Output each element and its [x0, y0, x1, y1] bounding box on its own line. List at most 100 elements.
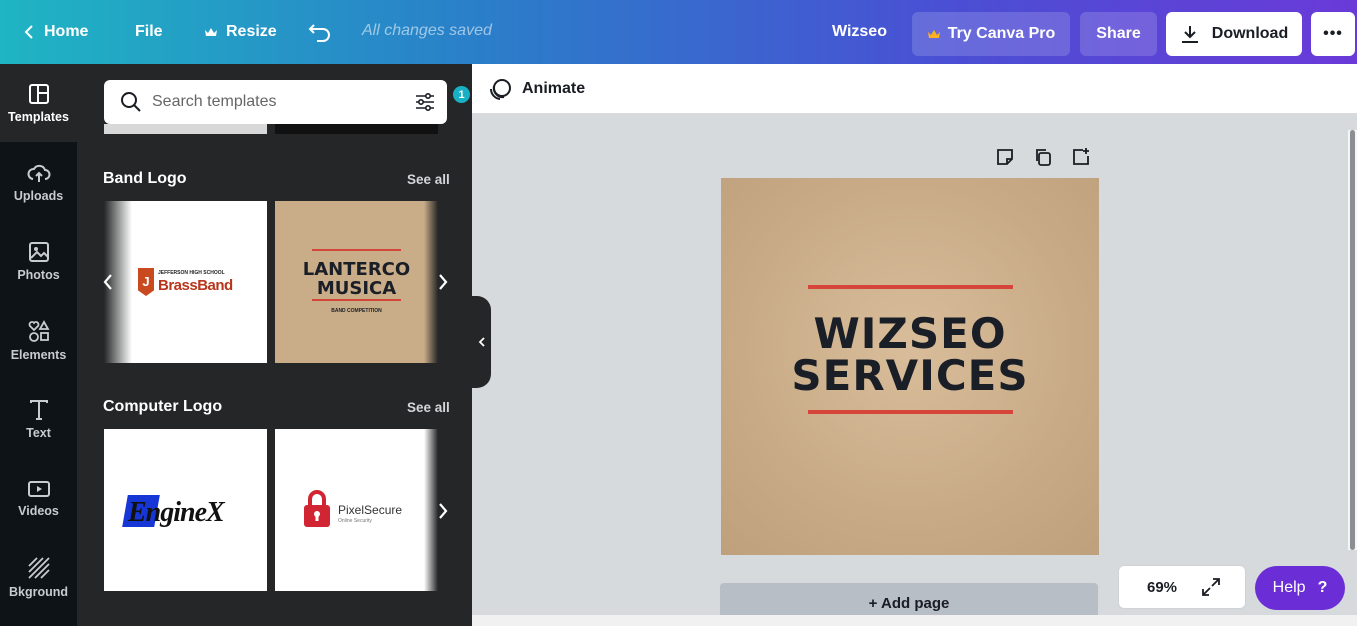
rail-item-photos[interactable]: Photos [0, 222, 77, 300]
animate-button[interactable]: Animate [488, 76, 585, 102]
animate-label: Animate [522, 80, 586, 97]
template-enginex[interactable]: EngineX [104, 429, 267, 591]
scrollbar-thumb[interactable] [1350, 130, 1355, 550]
help-question-icon: ? [1317, 579, 1328, 596]
rail-item-background[interactable]: Bkground [0, 538, 77, 616]
search-input[interactable] [152, 93, 392, 111]
template-lanterco-musica[interactable]: LANTERCO MUSICA BAND COMPETITION [275, 201, 438, 363]
animate-toolbar: Animate [472, 64, 1357, 114]
rail-item-videos[interactable]: Videos [0, 459, 77, 537]
notes-icon[interactable] [995, 147, 1015, 172]
undo-icon [308, 24, 330, 42]
rail-item-elements[interactable]: Elements [0, 301, 77, 379]
brassband-emblem: J [138, 268, 154, 296]
file-menu[interactable]: File [135, 0, 163, 64]
page-tools [995, 147, 1109, 172]
canvas-bottom-line[interactable] [808, 410, 1013, 414]
decorative-line [312, 299, 401, 301]
templates-icon [28, 83, 49, 104]
canvas-title-line1[interactable]: WIZSEO [721, 313, 1099, 355]
pixelsecure-sub: Online Security [338, 518, 372, 524]
rail-label: Photos [17, 267, 60, 282]
download-icon [1181, 26, 1198, 43]
horizontal-scrollbar[interactable] [472, 615, 1357, 626]
rail-label: Text [26, 425, 51, 440]
undo-button[interactable] [308, 0, 340, 64]
document-title[interactable]: Wizseo [832, 0, 887, 64]
editor-area: Animate WIZSEO SERVICES + Add page 69% H… [472, 64, 1357, 626]
template-pixelsecure[interactable]: PixelSecure Online Security [275, 429, 438, 591]
animate-icon [489, 79, 511, 100]
design-canvas[interactable]: WIZSEO SERVICES [721, 178, 1099, 555]
text-icon [29, 399, 48, 420]
fullscreen-icon[interactable] [1201, 577, 1221, 597]
cloud-upload-icon [26, 164, 50, 182]
filter-icon[interactable] [414, 91, 436, 113]
share-label: Share [1096, 25, 1141, 42]
shapes-icon [28, 319, 50, 342]
home-label: Home [44, 23, 89, 40]
enginex-title: EngineX [128, 497, 225, 528]
decorative-line [312, 249, 401, 251]
chevron-left-icon[interactable] [102, 273, 114, 291]
help-label: Help [1272, 579, 1306, 596]
download-label: Download [1211, 25, 1289, 42]
add-page-icon[interactable] [1071, 147, 1091, 172]
left-rail: Templates Uploads Photos Elements Text V… [0, 64, 77, 626]
chevron-left-icon [24, 25, 33, 39]
lanterco-line2: MUSICA [316, 278, 397, 299]
pixelsecure-title: PixelSecure [338, 503, 403, 517]
chevron-left-icon [478, 337, 485, 347]
collapse-panel-button[interactable] [472, 296, 491, 388]
try-canva-pro-button[interactable]: Try Canva Pro [912, 12, 1070, 56]
image-icon [28, 241, 49, 262]
top-bar: Home File Resize All changes saved Wizse… [0, 0, 1357, 64]
share-button[interactable]: Share [1080, 12, 1157, 56]
vertical-scrollbar[interactable] [1348, 130, 1357, 550]
resize-button[interactable]: Resize [204, 0, 277, 64]
search-bar: 1 [104, 80, 470, 124]
chevron-right-icon[interactable] [437, 273, 449, 291]
fade-overlay [424, 201, 438, 363]
search-icon [121, 92, 141, 112]
canvas-top-line[interactable] [808, 285, 1013, 289]
help-button[interactable]: Help ? [1255, 566, 1345, 610]
crown-icon [927, 30, 940, 38]
template-thumbnail-partial[interactable] [104, 124, 267, 134]
lanterco-sub: BAND COMPETITION [331, 308, 382, 314]
fade-overlay [424, 429, 438, 591]
crown-icon [205, 28, 217, 36]
rail-label: Videos [18, 503, 59, 518]
section-title-computer-logo: Computer Logo [103, 398, 223, 415]
brassband-title: BrassBand [158, 277, 233, 294]
pattern-icon [27, 556, 50, 579]
duplicate-page-icon[interactable] [1033, 147, 1053, 172]
canvas-title-line2[interactable]: SERVICES [721, 355, 1099, 397]
zoom-level[interactable]: 69% [1147, 579, 1177, 596]
file-label: File [135, 23, 163, 40]
see-all-computer-logo[interactable]: See all [407, 400, 450, 415]
rail-item-uploads[interactable]: Uploads [0, 143, 77, 221]
lock-icon [304, 490, 330, 527]
rail-label: Uploads [13, 188, 64, 203]
zoom-control: 69% [1118, 565, 1246, 609]
more-icon: ••• [1323, 25, 1343, 42]
save-status: All changes saved [362, 22, 492, 39]
template-brassband[interactable]: J JEFFERSON HIGH SCHOOL BrassBand [104, 201, 267, 363]
templates-panel: 1 Band Logo See all J JEFFERSON HIGH SCH… [77, 64, 472, 626]
video-icon [27, 480, 50, 497]
home-button[interactable]: Home [22, 0, 88, 64]
template-thumbnail-partial[interactable] [275, 124, 438, 134]
rail-label: Elements [10, 347, 67, 362]
more-options-button[interactable]: ••• [1311, 12, 1355, 56]
rail-item-text[interactable]: Text [0, 380, 77, 458]
section-title-band-logo: Band Logo [103, 170, 187, 187]
see-all-band-logo[interactable]: See all [407, 172, 450, 187]
filter-count-badge: 1 [453, 86, 470, 103]
download-button[interactable]: Download [1166, 12, 1302, 56]
rail-item-templates[interactable]: Templates [0, 64, 77, 142]
brassband-subtitle: JEFFERSON HIGH SCHOOL [158, 270, 225, 276]
rail-label: Bkground [8, 584, 69, 599]
resize-label: Resize [226, 23, 277, 40]
chevron-right-icon[interactable] [437, 502, 449, 520]
